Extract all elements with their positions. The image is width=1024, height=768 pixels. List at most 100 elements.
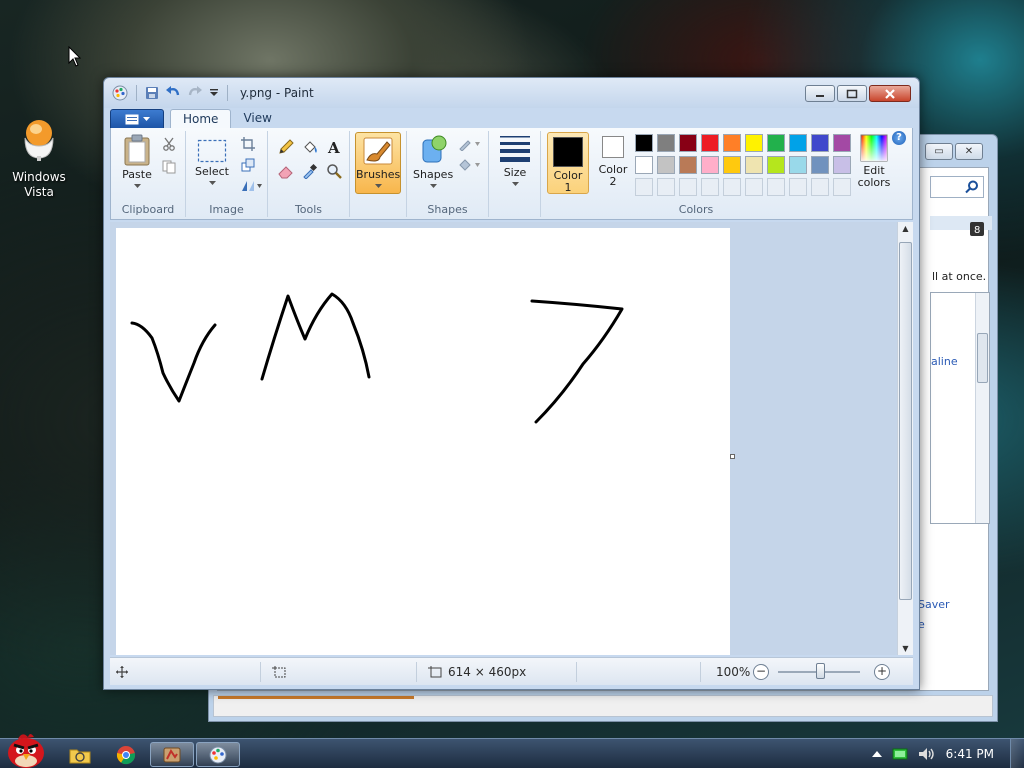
edit-colors-label: Edit colors xyxy=(857,164,891,189)
palette-swatch[interactable] xyxy=(811,156,829,174)
maximize-icon[interactable]: ▭ xyxy=(925,143,953,160)
network-icon[interactable] xyxy=(892,747,908,761)
close-icon[interactable]: ✕ xyxy=(955,143,983,160)
vertical-scrollbar[interactable]: ▲ ▼ xyxy=(897,222,913,655)
palette-swatch[interactable] xyxy=(679,156,697,174)
paint-app-icon[interactable] xyxy=(112,85,128,101)
palette-swatch[interactable] xyxy=(723,134,741,152)
brushes-group: Brushes xyxy=(350,131,406,217)
palette-swatch[interactable] xyxy=(635,134,653,152)
select-button[interactable]: Select xyxy=(192,139,232,186)
custom-color-slot[interactable] xyxy=(811,178,829,196)
taskbar-paint[interactable] xyxy=(196,742,240,767)
zoom-slider-thumb[interactable] xyxy=(816,663,825,679)
zoom-in-button[interactable]: + xyxy=(874,664,890,680)
custom-color-slot[interactable] xyxy=(679,178,697,196)
eraser-button[interactable] xyxy=(276,161,296,181)
custom-color-slot[interactable] xyxy=(833,178,851,196)
background-link[interactable]: aline xyxy=(931,355,958,368)
custom-color-slot[interactable] xyxy=(701,178,719,196)
taskbar-explorer[interactable] xyxy=(62,742,98,767)
color2-button[interactable]: Color 2 xyxy=(593,136,633,188)
palette-swatch[interactable] xyxy=(679,134,697,152)
palette-swatch[interactable] xyxy=(789,134,807,152)
fill-button[interactable] xyxy=(300,137,320,157)
save-icon[interactable] xyxy=(145,86,159,100)
tab-view[interactable]: View xyxy=(231,109,283,129)
paint-menu-button[interactable] xyxy=(110,109,164,129)
cut-button[interactable] xyxy=(159,134,179,154)
scrollbar-thumb[interactable] xyxy=(899,242,912,600)
custom-color-slot[interactable] xyxy=(745,178,763,196)
size-button[interactable]: Size xyxy=(495,134,535,187)
taskbar-clock[interactable]: 6:41 PM xyxy=(946,747,994,761)
resize-button[interactable] xyxy=(238,155,258,175)
canvas-resize-handle[interactable] xyxy=(730,454,735,459)
eyedropper-icon xyxy=(303,163,318,179)
custom-color-slot[interactable] xyxy=(635,178,653,196)
palette-swatch[interactable] xyxy=(767,134,785,152)
drawing-canvas[interactable] xyxy=(116,228,730,655)
text-button[interactable]: A xyxy=(324,137,344,157)
palette-swatch[interactable] xyxy=(833,156,851,174)
show-hidden-icons-icon[interactable] xyxy=(871,750,882,758)
palette-swatch[interactable] xyxy=(833,134,851,152)
maximize-button[interactable] xyxy=(837,85,867,102)
edit-colors-button[interactable]: Edit colors xyxy=(851,134,897,189)
start-button[interactable] xyxy=(2,731,50,768)
title-bar[interactable]: y.png - Paint xyxy=(104,78,919,108)
background-search-box[interactable] xyxy=(930,176,984,198)
desktop-icon-label: Windows Vista xyxy=(12,170,66,199)
palette-swatch[interactable] xyxy=(723,156,741,174)
palette-swatch[interactable] xyxy=(657,156,675,174)
palette-swatch[interactable] xyxy=(811,134,829,152)
fill-shape-button[interactable] xyxy=(457,155,483,175)
customize-toolbar-icon[interactable] xyxy=(209,88,219,98)
palette-swatch[interactable] xyxy=(789,156,807,174)
redo-icon[interactable] xyxy=(187,86,203,100)
palette-swatch[interactable] xyxy=(701,134,719,152)
palette-swatch[interactable] xyxy=(767,156,785,174)
rotate-button[interactable] xyxy=(238,176,264,196)
taskbar-app-1[interactable] xyxy=(150,742,194,767)
crop-icon xyxy=(241,137,255,151)
minimize-button[interactable] xyxy=(805,85,835,102)
palette-swatch[interactable] xyxy=(745,134,763,152)
color1-button[interactable]: Color 1 xyxy=(547,132,589,194)
copy-button[interactable] xyxy=(159,157,179,177)
custom-color-slot[interactable] xyxy=(767,178,785,196)
taskbar-chrome[interactable] xyxy=(108,742,144,767)
screensaver-label[interactable]: Saver xyxy=(918,598,950,611)
brushes-button[interactable]: Brushes xyxy=(355,132,401,194)
crop-button[interactable] xyxy=(238,134,258,154)
palette-swatch[interactable] xyxy=(745,156,763,174)
help-button[interactable]: ? xyxy=(892,131,906,145)
custom-color-slot[interactable] xyxy=(657,178,675,196)
show-desktop-button[interactable] xyxy=(1010,739,1024,768)
svg-text:8: 8 xyxy=(974,225,980,236)
palette-swatch[interactable] xyxy=(701,156,719,174)
shapes-button[interactable]: Shapes xyxy=(413,134,453,189)
close-button[interactable] xyxy=(869,85,911,102)
volume-icon[interactable] xyxy=(918,747,936,761)
stroke-v xyxy=(130,321,217,403)
custom-color-slot[interactable] xyxy=(723,178,741,196)
palette-swatch[interactable] xyxy=(657,134,675,152)
paint-window[interactable]: y.png - Paint Home View Paste Clipboard xyxy=(103,77,920,690)
canvas-area[interactable]: ▲ ▼ xyxy=(110,222,913,655)
palette-swatch[interactable] xyxy=(635,156,653,174)
zoom-out-button[interactable]: − xyxy=(753,664,769,680)
tab-home[interactable]: Home xyxy=(170,109,232,129)
undo-icon[interactable] xyxy=(165,86,181,100)
background-scrollbar[interactable] xyxy=(975,293,989,523)
scroll-down-icon[interactable]: ▼ xyxy=(898,644,913,653)
desktop-icon-windows-vista[interactable]: Windows Vista xyxy=(8,118,70,200)
color-picker-button[interactable] xyxy=(300,161,320,181)
magnifier-button[interactable] xyxy=(324,161,344,181)
custom-color-slot[interactable] xyxy=(789,178,807,196)
paste-button[interactable]: Paste xyxy=(117,134,157,189)
outline-button[interactable] xyxy=(457,134,483,154)
scroll-up-icon[interactable]: ▲ xyxy=(898,224,913,233)
clipboard-group: Paste Clipboard xyxy=(111,131,186,217)
pencil-button[interactable] xyxy=(276,137,296,157)
